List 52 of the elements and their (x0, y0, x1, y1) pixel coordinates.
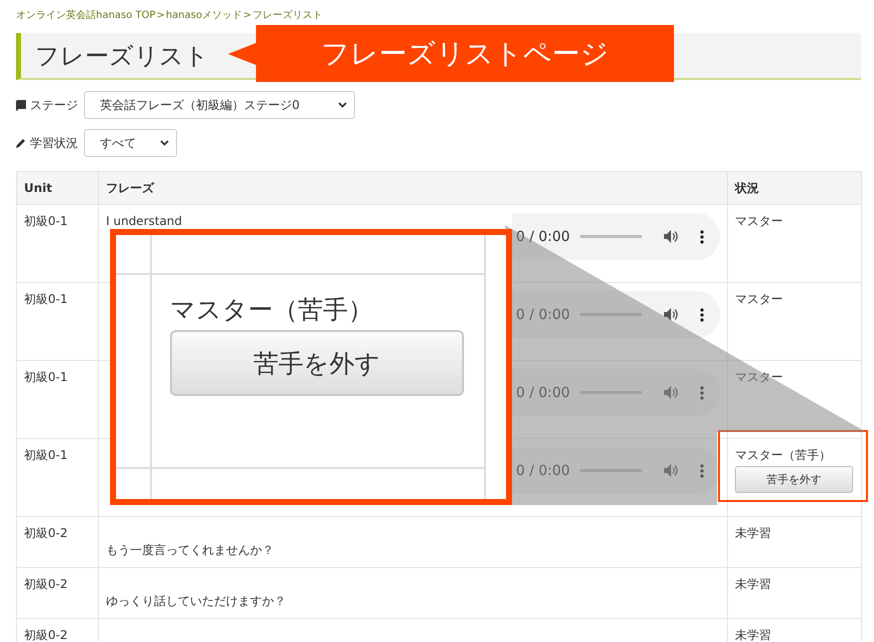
status-text: マスター (735, 369, 784, 386)
table-cell: 初級0-1 (16, 438, 98, 516)
status-text: 未学習 (735, 576, 772, 593)
table-cell: 初級0-2 (16, 618, 98, 642)
chevron-down-icon (338, 102, 347, 108)
status-text: マスター（苦手） (170, 294, 373, 326)
status-text: マスター (735, 213, 784, 230)
remove-weak-button[interactable]: 苦手を外す (735, 466, 853, 493)
more-options-icon (700, 308, 704, 322)
phrase-japanese: もう一度言ってくれませんか？ (106, 543, 274, 557)
more-options-icon (700, 230, 704, 244)
breadcrumb-separator: > (242, 9, 252, 23)
chevron-down-icon (160, 140, 169, 146)
status-text: 未学習 (735, 627, 772, 642)
volume-icon (664, 308, 678, 321)
column-header: 状況 (728, 172, 862, 204)
phrase-english: I understand (106, 214, 182, 228)
breadcrumb-link[interactable]: オンライン英会話hanaso TOP (16, 8, 156, 24)
table-cell: 初級0-1 (16, 282, 98, 360)
page-title: フレーズリスト (34, 40, 209, 72)
breadcrumb-separator: > (155, 9, 166, 23)
volume-icon (664, 386, 678, 399)
callout-label: フレーズリストページ (256, 25, 674, 82)
more-options-icon (700, 386, 704, 400)
pencil-icon (16, 138, 26, 148)
audio-time: 0 / 0:00 (516, 306, 571, 322)
remove-weak-button[interactable]: 苦手を外す (170, 330, 464, 396)
volume-icon (664, 230, 678, 243)
table-cell: 初級0-1 (16, 360, 98, 438)
dropdown[interactable]: すべて (84, 129, 177, 157)
column-header: フレーズ (98, 172, 728, 204)
filter-label: 学習状況 (30, 134, 78, 152)
dropdown[interactable]: 英会話フレーズ（初級編）ステージ0 (84, 91, 355, 119)
audio-player[interactable]: 0 / 0:00 (512, 213, 720, 260)
breadcrumb-current: フレーズリスト (252, 9, 322, 23)
breadcrumb-link[interactable]: hanasoメソッド (166, 8, 242, 24)
audio-time: 0 / 0:00 (516, 228, 571, 244)
seek-bar[interactable] (580, 235, 642, 238)
filter-label: ステージ (30, 96, 78, 114)
status-text: 未学習 (735, 525, 772, 542)
pointer-arrow-icon (228, 42, 256, 64)
audio-time: 0 / 0:00 (516, 384, 571, 400)
status-text: マスター (735, 291, 784, 308)
table-cell: 初級0-2 (16, 516, 98, 568)
phrase-japanese: ゆっくり話していただけますか？ (106, 594, 286, 608)
more-options-icon (700, 464, 704, 478)
column-header: Unit (16, 172, 98, 204)
audio-time: 0 / 0:00 (516, 462, 571, 478)
volume-icon (664, 464, 678, 477)
table-cell: 初級0-2 (16, 568, 98, 618)
status-text: マスター（苦手） (735, 447, 832, 464)
table-cell: 初級0-1 (16, 204, 98, 282)
